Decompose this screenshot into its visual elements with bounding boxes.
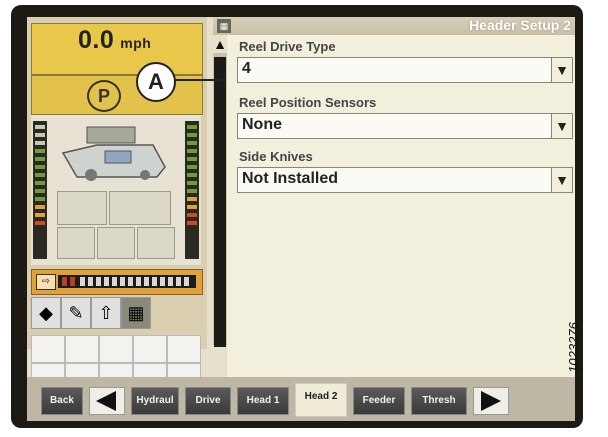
page-title: Header Setup 2 [469,17,571,33]
sieve-icon [137,227,175,259]
prev-page-button[interactable] [89,387,125,415]
grid-cell[interactable] [99,335,133,363]
grain-level-bar [58,275,196,288]
tab-drive[interactable]: Drive [185,387,231,415]
back-button[interactable]: Back [41,387,83,415]
left-status-panel: 0.0 mph P ⇨ ◆ ✎ ⇧ ▦ [27,17,207,391]
gear-display: P [31,75,203,115]
callout-a: A [136,62,176,102]
grid-cell[interactable] [31,335,65,363]
left-arrow-icon [96,391,116,411]
reel-position-sensors-select[interactable]: None ▼ [237,113,573,139]
side-knives-select[interactable]: Not Installed ▼ [237,167,573,193]
chevron-down-icon[interactable]: ▼ [551,58,572,82]
chevron-down-icon[interactable]: ▼ [551,168,572,192]
next-page-button[interactable] [473,387,509,415]
grid-cell[interactable] [65,335,99,363]
right-level-gauge [185,121,199,259]
callout-leader-line [174,79,226,81]
grid-cell[interactable] [133,335,167,363]
tab-hydraul[interactable]: Hydraul [131,387,179,415]
reel-position-sensors-label: Reel Position Sensors [239,95,377,110]
title-bar: ▦ Header Setup 2 [213,17,575,35]
reel-position-sensors-value: None [242,116,282,133]
grain-tank-status: ⇨ [31,269,203,295]
speed-value: 0.0 [78,26,115,54]
up-arrow-icon[interactable]: ⇧ [91,297,121,329]
tool-shortcuts: ◆ ✎ ⇧ ▦ [31,297,151,333]
reel-drive-type-value: 4 [242,60,251,77]
figure-id: 1023276 [566,300,608,400]
side-knives-label: Side Knives [239,149,313,164]
gear-indicator: P [87,80,121,112]
grid-cell[interactable] [167,335,201,363]
scroll-up-arrow-icon[interactable]: ▲ [213,35,227,53]
tab-feeder[interactable]: Feeder [353,387,405,415]
reel-drive-type-select[interactable]: 4 ▼ [237,57,573,83]
scrollbar[interactable]: ▲ [213,35,227,347]
chevron-down-icon[interactable]: ▼ [551,114,572,138]
side-knives-value: Not Installed [242,170,339,187]
tab-head-2[interactable]: Head 2 [295,383,347,417]
concave-icon [109,191,171,225]
speed-unit: mph [120,35,152,51]
gps-icon[interactable]: ▦ [121,297,151,329]
reel-drive-type-label: Reel Drive Type [239,39,336,54]
rotor-icon [97,227,135,259]
combine-icon [61,126,166,181]
book-icon[interactable]: ◆ [31,297,61,329]
speed-display: 0.0 mph [31,23,203,75]
window-icon: ▦ [217,19,231,33]
auger-icon [57,227,95,259]
tab-head-1[interactable]: Head 1 [237,387,289,415]
bottom-nav-bar: Back Hydraul Drive Head 1 Head 2 Feeder … [27,377,575,421]
scroll-track[interactable] [214,57,226,347]
unload-icon: ⇨ [36,274,56,290]
display-bezel: 0.0 mph P ⇨ ◆ ✎ ⇧ ▦ ▲ ▦ Header Setup 2 R… [11,5,583,428]
tab-thresh[interactable]: Thresh [411,387,467,415]
right-arrow-icon [481,391,501,411]
header-setup-panel: ▦ Header Setup 2 Reel Drive Type 4 ▼ Ree… [213,17,575,377]
screen: 0.0 mph P ⇨ ◆ ✎ ⇧ ▦ ▲ ▦ Header Setup 2 R… [27,17,575,421]
left-level-gauge [33,121,47,259]
speed-readout: 0.0 mph [78,26,151,55]
fan-icon [57,191,107,225]
machine-status-area [31,115,201,265]
wrench-icon[interactable]: ✎ [61,297,91,329]
figure-id-text: 1023276 [565,322,581,373]
